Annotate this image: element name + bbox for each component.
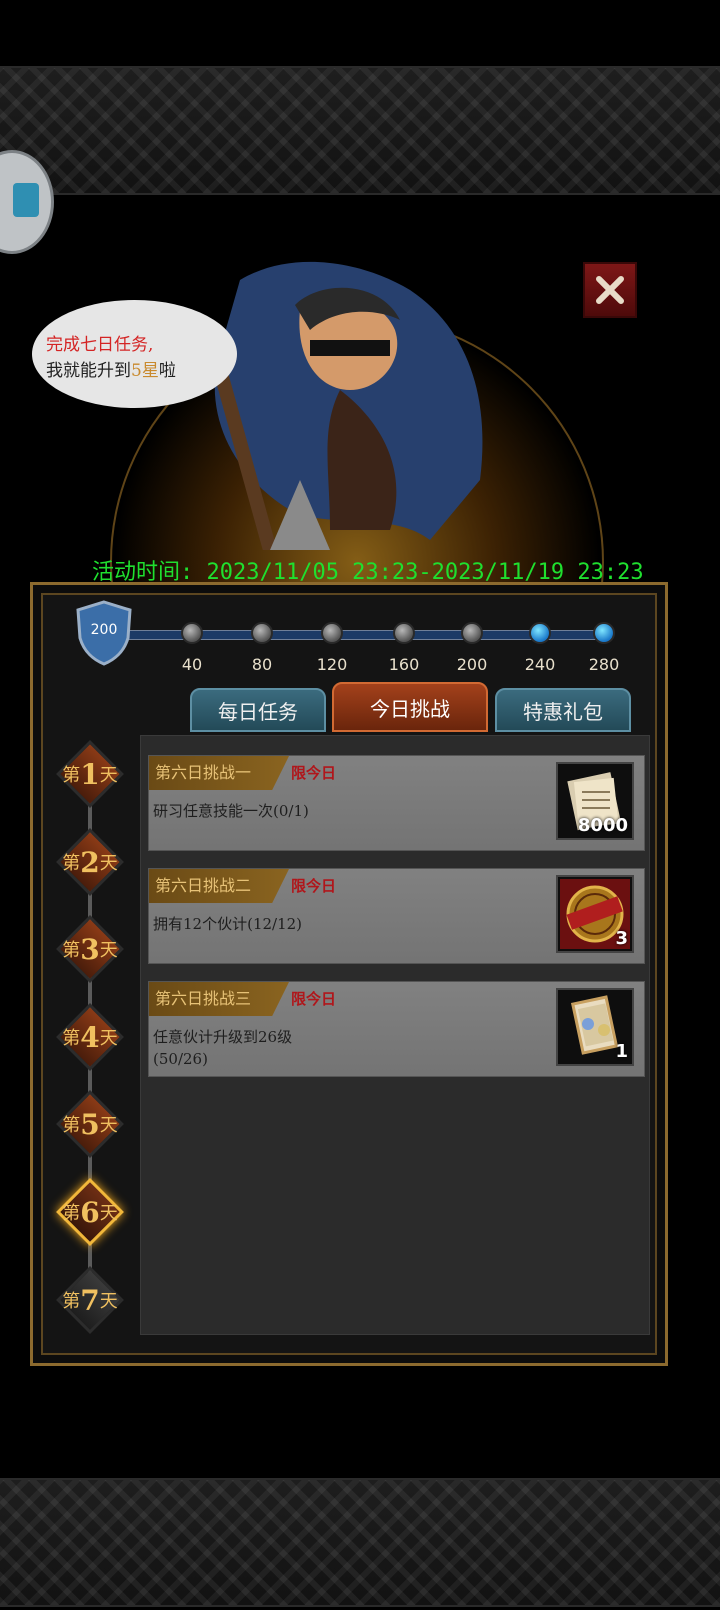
day-label: 第3天 <box>62 933 118 966</box>
milestone-label: 40 <box>181 655 203 674</box>
current-points: 200 <box>90 622 118 638</box>
reward-slot[interactable]: 1 <box>556 988 634 1066</box>
app-shortcut-icon <box>13 183 39 217</box>
speech-line-1: 完成七日任务, <box>46 335 154 355</box>
task-title: 第六日挑战一 <box>149 756 289 790</box>
day-2-button[interactable]: 第2天 <box>56 828 124 896</box>
hero-character-illustration <box>213 261 483 550</box>
speech-star-highlight: 5星 <box>131 361 159 381</box>
day-label: 第4天 <box>62 1021 118 1054</box>
task-title: 第六日挑战二 <box>149 869 289 903</box>
day-4-button[interactable]: 第4天 <box>56 1003 124 1071</box>
reward-slot[interactable]: 8000 <box>556 762 634 840</box>
bottom-decor-band <box>0 1478 720 1607</box>
speech-bubble: 完成七日任务, 我就能升到5星啦 <box>32 300 237 408</box>
task-card-1: 第六日挑战一 限今日 研习任意技能一次(0/1) 8000 <box>148 755 645 851</box>
day-label: 第6天 <box>62 1196 118 1229</box>
task-description: 任意伙计升级到26级(50/26) <box>153 1028 293 1068</box>
task-limit-badge: 限今日 <box>291 877 337 895</box>
reward-count: 1 <box>615 1041 628 1062</box>
reward-count: 3 <box>615 928 628 949</box>
task-card-3: 第六日挑战三 限今日 任意伙计升级到26级(50/26) 1 <box>148 981 645 1077</box>
close-button[interactable] <box>583 262 637 318</box>
reward-count: 8000 <box>577 815 628 836</box>
day-5-button[interactable]: 第5天 <box>56 1090 124 1158</box>
milestone-label: 240 <box>524 655 556 674</box>
day-label: 第1天 <box>62 758 118 791</box>
task-description: 研习任意技能一次(0/1) <box>153 802 309 820</box>
day-6-button[interactable]: 第6天 <box>56 1178 124 1246</box>
reward-slot[interactable]: 3 <box>556 875 634 953</box>
day-1-button[interactable]: 第1天 <box>56 740 124 808</box>
task-card-2: 第六日挑战二 限今日 拥有12个伙计(12/12) 3 <box>148 868 645 964</box>
milestone-label: 200 <box>456 655 488 674</box>
task-description: 拥有12个伙计(12/12) <box>153 915 303 933</box>
milestone-label: 80 <box>251 655 273 674</box>
day-label: 第5天 <box>62 1108 118 1141</box>
milestone-label: 280 <box>588 655 620 674</box>
day-7-button[interactable]: 第7天 <box>56 1266 124 1334</box>
milestone-node[interactable] <box>461 622 483 644</box>
milestone-node[interactable] <box>393 622 415 644</box>
milestone-node[interactable] <box>529 622 551 644</box>
milestone-label: 160 <box>388 655 420 674</box>
speech-line-2-prefix: 我就能升到 <box>46 361 131 381</box>
tab-special-packs[interactable]: 特惠礼包 <box>495 688 631 732</box>
day-label: 第7天 <box>62 1284 118 1317</box>
day-label: 第2天 <box>62 846 118 879</box>
milestone-node[interactable] <box>181 622 203 644</box>
speech-line-2-suffix: 啦 <box>158 361 176 381</box>
tab-today-challenge[interactable]: 今日挑战 <box>332 682 488 732</box>
milestone-label: 120 <box>316 655 348 674</box>
milestone-node[interactable] <box>321 622 343 644</box>
tab-daily-tasks[interactable]: 每日任务 <box>190 688 326 732</box>
day-3-button[interactable]: 第3天 <box>56 915 124 983</box>
top-decor-band <box>0 66 720 195</box>
task-limit-badge: 限今日 <box>291 990 337 1008</box>
milestone-node[interactable] <box>593 622 615 644</box>
speech-line-2: 我就能升到5星啦 <box>46 356 176 381</box>
task-limit-badge: 限今日 <box>291 764 337 782</box>
milestone-node[interactable] <box>251 622 273 644</box>
task-title: 第六日挑战三 <box>149 982 289 1016</box>
close-icon <box>596 276 624 304</box>
